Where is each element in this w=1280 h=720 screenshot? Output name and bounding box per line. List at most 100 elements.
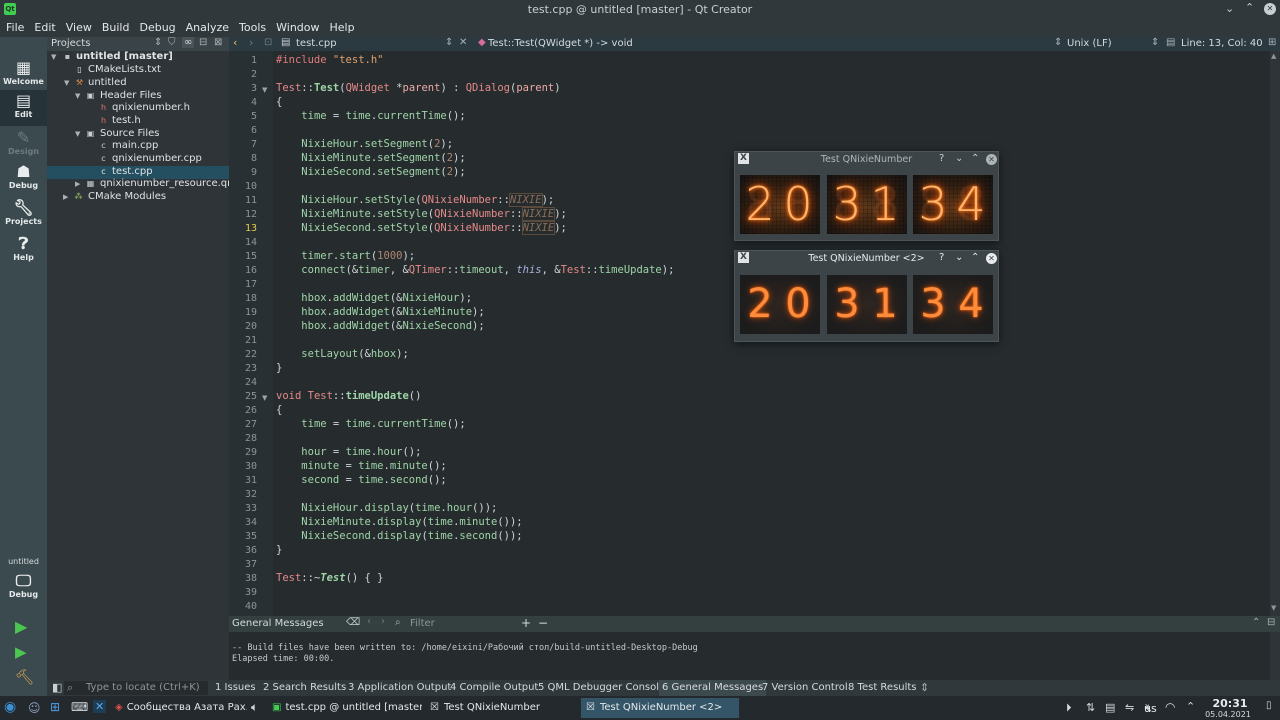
minimize-icon[interactable]: ⌄	[955, 252, 963, 263]
close-pane-icon[interactable]: ⊠	[214, 37, 222, 48]
split-icon[interactable]: ⊟	[199, 37, 207, 48]
next-icon[interactable]: ›	[381, 616, 385, 627]
taskbar-app-nixie-1[interactable]: ☒ Test QNixieNumber	[425, 698, 578, 718]
file-dropdown-icon[interactable]: ⇕	[445, 37, 453, 48]
terminal-icon[interactable]: ⌨	[71, 700, 88, 714]
build-hammer-icon[interactable]: 🔨︎	[15, 668, 34, 686]
current-file[interactable]: test.cpp	[296, 38, 337, 49]
fold-marker-icon[interactable]: ▼	[262, 394, 267, 402]
locator-input[interactable]: ⌕ Type to locate (Ctrl+K)	[64, 681, 208, 695]
network-icon[interactable]: ⇅	[1086, 701, 1095, 714]
clock-date[interactable]: 05.04.2021	[1202, 710, 1254, 719]
output-filter-input[interactable]: Filter	[410, 618, 435, 629]
debug-run-icon[interactable]: ▶	[15, 643, 27, 661]
mode-help[interactable]: ❓︎ Help	[0, 233, 47, 269]
tree-item-untitled-master[interactable]: ▼ ▪ untitled [master]	[47, 51, 229, 64]
cursor-position[interactable]: Line: 13, Col: 40	[1181, 38, 1263, 49]
media-play-icon[interactable]: ⏵	[1066, 701, 1072, 715]
tree-item-test-h[interactable]: h test.h	[47, 115, 229, 128]
nixie-dialog-1[interactable]: X Test QNixieNumber ? ⌄ ⌃ ✕ 88 20 88 31 …	[734, 151, 999, 241]
tree-item-resource-qrc[interactable]: ▶ ▦ qnixienumber_resource.qrc	[47, 178, 237, 191]
maximize-icon[interactable]: ⌃	[971, 252, 979, 263]
toggle-sidebar-icon[interactable]: ◧	[52, 681, 62, 694]
menu-tools[interactable]: Tools	[233, 19, 270, 34]
menu-debug[interactable]: Debug	[133, 19, 179, 34]
menu-build[interactable]: Build	[96, 19, 134, 34]
taskbar-app-nixie-2[interactable]: ☒ Test QNixieNumber <2>	[581, 698, 739, 718]
windows-icon[interactable]: ⊞	[50, 700, 60, 714]
line-ending[interactable]: Unix (LF)	[1067, 38, 1112, 49]
menu-analyze[interactable]: Analyze	[180, 19, 233, 34]
tab-application-output[interactable]: 3 Application Output	[348, 682, 451, 693]
taskbar-app-browser[interactable]: ◈ Сообщества Азата Рах...	[111, 698, 247, 718]
kit-selector[interactable]: 🖵︎ Debug	[0, 570, 47, 606]
run-icon[interactable]: ▶	[15, 617, 27, 636]
editor-scrollbar[interactable]: ▲ ▼	[1270, 51, 1280, 616]
nixie-dialog-2[interactable]: X Test QNixieNumber <2> ? ⌄ ⌃ ✕ 20 31 34	[734, 250, 999, 342]
show-desktop-icon[interactable]: ▯	[1266, 700, 1272, 711]
dialog-titlebar[interactable]: X Test QNixieNumber <2> ? ⌄ ⌃ ✕	[735, 251, 998, 266]
line-ending-dropdown-icon[interactable]: ⇕	[1151, 37, 1159, 48]
speaker-icon[interactable]: 🔈︎	[251, 700, 258, 715]
dialog-titlebar[interactable]: X Test QNixieNumber ? ⌄ ⌃ ✕	[735, 152, 998, 167]
app-launcher-icon[interactable]: ◉	[4, 699, 16, 715]
menu-edit[interactable]: Edit	[28, 19, 59, 34]
mode-edit[interactable]: ▤ Edit	[0, 90, 47, 126]
tree-item-qnixienumber-cpp[interactable]: c qnixienumber.cpp	[47, 153, 229, 166]
menu-help[interactable]: Help	[324, 19, 359, 34]
usb-icon[interactable]: ⇋	[1125, 701, 1134, 714]
prev-icon[interactable]: ‹	[367, 616, 371, 627]
menu-file[interactable]: File	[0, 19, 28, 34]
tree-item-main-cpp[interactable]: c main.cpp	[47, 140, 229, 153]
remove-pane-icon[interactable]: −	[538, 616, 548, 630]
mode-debug[interactable]: ☗ Debug	[0, 161, 47, 197]
tree-item-cmake-modules[interactable]: ▶ ⁂ CMake Modules	[47, 191, 229, 204]
close-icon[interactable]: ✕	[986, 154, 997, 165]
tab-issues[interactable]: 1 Issues	[215, 682, 256, 693]
tree-item-untitled[interactable]: ▼ ⚒ untitled	[47, 77, 229, 90]
symbol-dropdown-icon[interactable]: ⇕	[1054, 37, 1062, 48]
mode-projects[interactable]: 🔧︎ Projects	[0, 197, 47, 233]
help-question-icon[interactable]: ?	[939, 252, 944, 263]
tab-qml-debugger-console[interactable]: 5 QML Debugger Console	[538, 682, 665, 693]
menu-window[interactable]: Window	[270, 19, 323, 34]
filter-icon[interactable]: ⛉	[168, 37, 176, 48]
tab-test-results[interactable]: 8 Test Results	[848, 682, 917, 693]
tray-expand-icon[interactable]: ⌃	[1186, 700, 1195, 713]
fold-marker-icon[interactable]: ▼	[262, 86, 267, 94]
output-scrollbar[interactable]	[1270, 632, 1280, 680]
close-icon[interactable]: ✕	[1264, 3, 1276, 15]
discord-icon[interactable]: ☺	[28, 701, 41, 715]
tree-item-cmakelists[interactable]: ▯ CMakeLists.txt	[47, 64, 229, 77]
split-editor-icon[interactable]: ⊞	[1268, 37, 1276, 48]
wifi-icon[interactable]: ◠	[1165, 700, 1175, 714]
maximize-icon[interactable]: ⌃	[1245, 1, 1254, 14]
close-output-icon[interactable]: ⊟	[1267, 617, 1275, 628]
tabs-dropdown-icon[interactable]: ⇕	[920, 681, 929, 694]
projects-dropdown-icon[interactable]: ⇕	[154, 37, 162, 48]
current-symbol[interactable]: Test::Test(QWidget *) -> void	[488, 38, 633, 49]
mode-welcome[interactable]: ▦ Welcome	[0, 57, 47, 93]
tab-version-control[interactable]: 7 Version Control	[762, 682, 848, 693]
mode-design[interactable]: ✎ Design	[0, 127, 47, 163]
clear-output-icon[interactable]: ⌫	[346, 617, 360, 628]
keyboard-layout[interactable]: us	[1144, 702, 1157, 715]
clipboard-icon[interactable]: ▤	[1105, 701, 1115, 714]
close-icon[interactable]: ✕	[986, 253, 997, 264]
taskbar-app-qtcreator[interactable]: ▣ test.cpp @ untitled [master]...	[268, 698, 422, 718]
tree-item-qnixienumber-h[interactable]: h qnixienumber.h	[47, 102, 229, 115]
x-app-icon[interactable]: ✕	[93, 700, 107, 713]
tab-compile-output[interactable]: 4 Compile Output	[450, 682, 538, 693]
outline-icon[interactable]: ▤	[1166, 37, 1175, 48]
tab-search-results[interactable]: 2 Search Results	[263, 682, 346, 693]
close-file-icon[interactable]: ✕	[459, 37, 467, 48]
menu-view[interactable]: View	[60, 19, 96, 34]
forward-arrow-icon[interactable]: ›	[249, 36, 253, 49]
add-pane-icon[interactable]: +	[521, 616, 531, 630]
minimize-icon[interactable]: ⌄	[955, 153, 963, 164]
help-question-icon[interactable]: ?	[939, 153, 944, 164]
minimize-icon[interactable]: ⌄	[1225, 2, 1234, 15]
tab-general-messages[interactable]: 6 General Messages	[659, 680, 767, 696]
back-arrow-icon[interactable]: ‹	[233, 36, 237, 49]
maximize-pane-icon[interactable]: ⌃	[1252, 617, 1260, 628]
